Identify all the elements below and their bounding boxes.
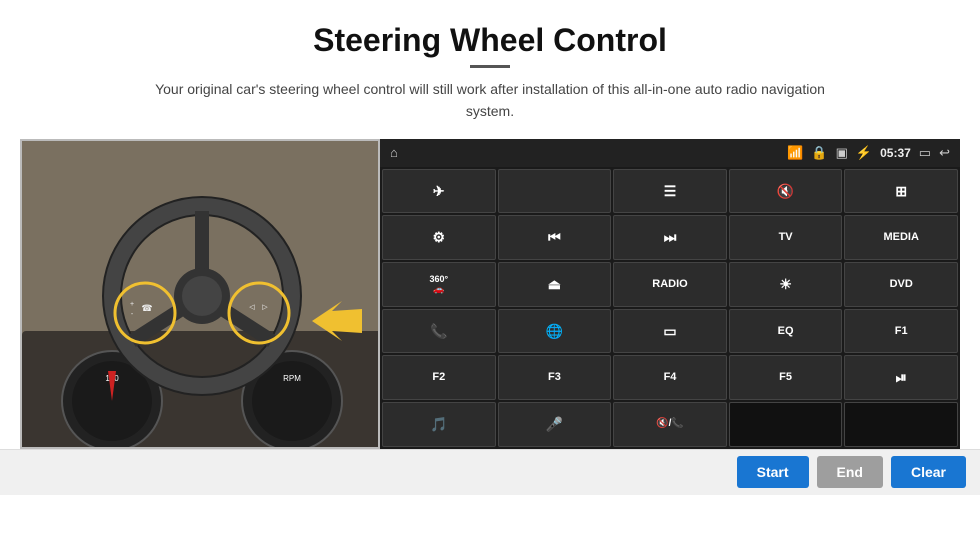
btn-eject[interactable]: ⏏	[498, 262, 612, 307]
btn-music[interactable]: 🎵	[382, 402, 496, 447]
btn-empty1	[729, 402, 843, 447]
bluetooth-icon: ⚡	[856, 145, 872, 161]
btn-tv[interactable]: TV	[729, 215, 843, 260]
btn-navi[interactable]: 🌐	[498, 309, 612, 354]
btn-f4[interactable]: F4	[613, 355, 727, 400]
clear-button[interactable]: Clear	[891, 456, 966, 488]
subtitle: Your original car's steering wheel contr…	[130, 78, 850, 123]
steering-wheel-svg: 120 RPM + - ☎ ◁ ▷	[22, 141, 380, 449]
btn-dvd[interactable]: DVD	[844, 262, 958, 307]
svg-text:▷: ▷	[262, 304, 268, 311]
btn-mic[interactable]: 🎤	[498, 402, 612, 447]
back-icon[interactable]: ↩	[939, 145, 950, 161]
svg-text:+: +	[130, 301, 134, 308]
page-title: Steering Wheel Control	[0, 0, 980, 65]
btn-navigate[interactable]: ✈	[382, 169, 496, 214]
btn-vol-mute[interactable]: 🔇/📞	[613, 402, 727, 447]
btn-mute[interactable]: 🔇	[729, 169, 843, 214]
btn-mode[interactable]	[498, 169, 612, 214]
btn-f1[interactable]: F1	[844, 309, 958, 354]
lock-icon: 🔒	[811, 145, 827, 161]
btn-empty2	[844, 402, 958, 447]
btn-f5[interactable]: F5	[729, 355, 843, 400]
home-icon[interactable]: ⌂	[390, 145, 398, 160]
time-display: 05:37	[880, 146, 911, 160]
title-underline	[470, 65, 510, 68]
content-area: 120 RPM + - ☎ ◁ ▷	[0, 139, 980, 449]
btn-screen[interactable]: ▭	[613, 309, 727, 354]
car-image: 120 RPM + - ☎ ◁ ▷	[20, 139, 380, 449]
btn-f2[interactable]: F2	[382, 355, 496, 400]
button-grid: ✈ ☰ 🔇 ⊞ ⚙ ⏮ ⏭ TV MEDIA 360°🚗 ⏏ RADIO ☀ D…	[380, 167, 960, 449]
btn-360[interactable]: 360°🚗	[382, 262, 496, 307]
bottom-bar: Start End Clear	[0, 449, 980, 495]
btn-playpause[interactable]: ⏯	[844, 355, 958, 400]
svg-text:RPM: RPM	[283, 374, 301, 383]
btn-brightness[interactable]: ☀	[729, 262, 843, 307]
btn-prev[interactable]: ⏮	[498, 215, 612, 260]
btn-eq[interactable]: EQ	[729, 309, 843, 354]
end-button[interactable]: End	[817, 456, 883, 488]
svg-text:☎: ☎	[141, 303, 152, 313]
btn-f3[interactable]: F3	[498, 355, 612, 400]
start-button[interactable]: Start	[737, 456, 809, 488]
status-bar-right: 📶 🔒 ▣ ⚡ 05:37 ▭ ↩	[787, 145, 950, 161]
sim-icon: ▣	[836, 145, 848, 161]
wifi-icon: 📶	[787, 145, 803, 161]
btn-phone[interactable]: 📞	[382, 309, 496, 354]
status-bar-left: ⌂	[390, 145, 398, 160]
head-unit: ⌂ 📶 🔒 ▣ ⚡ 05:37 ▭ ↩ ✈ ☰ 🔇 ⊞ ⚙ ⏮ ⏭	[380, 139, 960, 449]
svg-text:◁: ◁	[249, 304, 255, 311]
btn-radio[interactable]: RADIO	[613, 262, 727, 307]
btn-apps[interactable]: ⊞	[844, 169, 958, 214]
btn-menu[interactable]: ☰	[613, 169, 727, 214]
btn-next[interactable]: ⏭	[613, 215, 727, 260]
status-bar: ⌂ 📶 🔒 ▣ ⚡ 05:37 ▭ ↩	[380, 139, 960, 167]
btn-media[interactable]: MEDIA	[844, 215, 958, 260]
battery-icon: ▭	[919, 145, 931, 161]
btn-settings[interactable]: ⚙	[382, 215, 496, 260]
